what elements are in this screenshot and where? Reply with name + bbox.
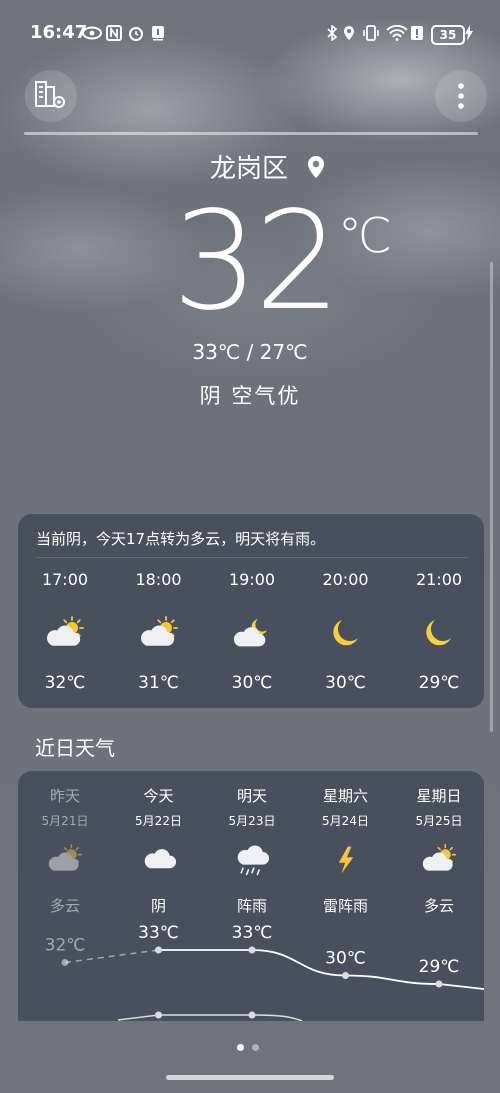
moon-icon xyxy=(394,613,484,657)
charging-icon xyxy=(464,24,474,42)
page-dot[interactable] xyxy=(252,1044,259,1051)
page-dot[interactable] xyxy=(237,1044,244,1051)
hourly-temp: 30℃ xyxy=(325,673,366,693)
trend-point xyxy=(61,959,69,966)
city-name[interactable]: 龙岗区 xyxy=(210,148,288,185)
hourly-temp: 30℃ xyxy=(231,673,273,693)
hourly-temp: 32℃ xyxy=(44,673,86,693)
trend-point xyxy=(248,946,256,954)
home-indicator[interactable] xyxy=(166,1075,334,1080)
vibrate-icon xyxy=(362,24,380,42)
bottom-area xyxy=(0,1021,500,1093)
trend-point xyxy=(342,972,349,979)
moon-icon xyxy=(301,613,391,657)
current-temperature: 32 xyxy=(172,183,341,341)
location-icon xyxy=(342,24,356,42)
temperature-trend-chart: 32℃ 33℃ 33℃ 30℃ 29℃ xyxy=(45,923,484,1021)
trend-label: 33℃ xyxy=(138,923,179,943)
hourly-item: 18:00 31℃ xyxy=(114,570,204,693)
trend-label: 33℃ xyxy=(232,923,273,943)
header-divider xyxy=(24,132,478,135)
alarm-icon xyxy=(128,24,144,42)
alert-icon xyxy=(410,24,424,42)
hourly-item: 20:00 30℃ xyxy=(301,570,391,693)
daily-forecast-card[interactable]: 昨天 5月21日 多云 今天 5月22日 阴 明天 5月23日 阵雨 星期六 5… xyxy=(18,771,484,1021)
low-trend-point xyxy=(155,1011,162,1019)
current-condition: 阴 空气优 xyxy=(199,384,301,408)
more-menu-button[interactable] xyxy=(435,70,487,122)
trend-point xyxy=(435,980,443,988)
city-manage-button[interactable] xyxy=(25,70,77,122)
wifi-icon xyxy=(386,24,408,42)
scroll-indicator[interactable] xyxy=(490,262,493,732)
partly-cloudy-night-icon xyxy=(207,613,297,657)
city-settings-icon xyxy=(35,81,65,108)
partly-cloudy-day-icon xyxy=(114,613,204,657)
hourly-forecast-card[interactable]: 当前阴，今天17点转为多云，明天将有雨。 17:00 32℃ 18:00 31℃… xyxy=(18,514,484,708)
hourly-item: 19:00 30℃ xyxy=(207,570,297,693)
bluetooth-icon xyxy=(326,24,338,42)
hourly-temp: 31℃ xyxy=(138,673,179,693)
trend-label: 32℃ xyxy=(45,936,86,956)
status-time: 16:47 xyxy=(30,22,88,43)
temperature-unit: ℃ xyxy=(338,208,392,264)
recent-weather-title: 近日天气 xyxy=(35,736,115,760)
card-divider xyxy=(36,557,468,558)
temperature-range: 33℃ / 27℃ xyxy=(192,340,308,364)
trend-label: 29℃ xyxy=(419,957,460,977)
more-vertical-icon xyxy=(458,83,464,109)
hourly-time: 20:00 xyxy=(322,570,369,589)
hourly-time: 17:00 xyxy=(41,570,89,589)
low-trend-point xyxy=(248,1011,256,1019)
trend-point xyxy=(155,946,162,954)
notification-icon xyxy=(150,24,166,42)
hourly-time: 21:00 xyxy=(415,570,463,589)
partly-cloudy-day-icon xyxy=(20,613,110,657)
forecast-summary: 当前阴，今天17点转为多云，明天将有雨。 xyxy=(36,530,326,548)
hourly-time: 18:00 xyxy=(135,570,182,589)
trend-label: 30℃ xyxy=(325,949,366,969)
page-indicator[interactable] xyxy=(237,1036,267,1055)
battery-level: 35 xyxy=(431,25,465,45)
hourly-item: 17:00 32℃ xyxy=(20,570,110,693)
status-bar: 16:47 35 xyxy=(0,0,500,66)
nfc-icon xyxy=(106,24,122,42)
hourly-item: 21:00 29℃ xyxy=(394,570,484,693)
location-pin-icon xyxy=(306,154,326,184)
hourly-time: 19:00 xyxy=(228,570,276,589)
eye-icon xyxy=(82,24,102,42)
hourly-temp: 29℃ xyxy=(418,673,460,693)
